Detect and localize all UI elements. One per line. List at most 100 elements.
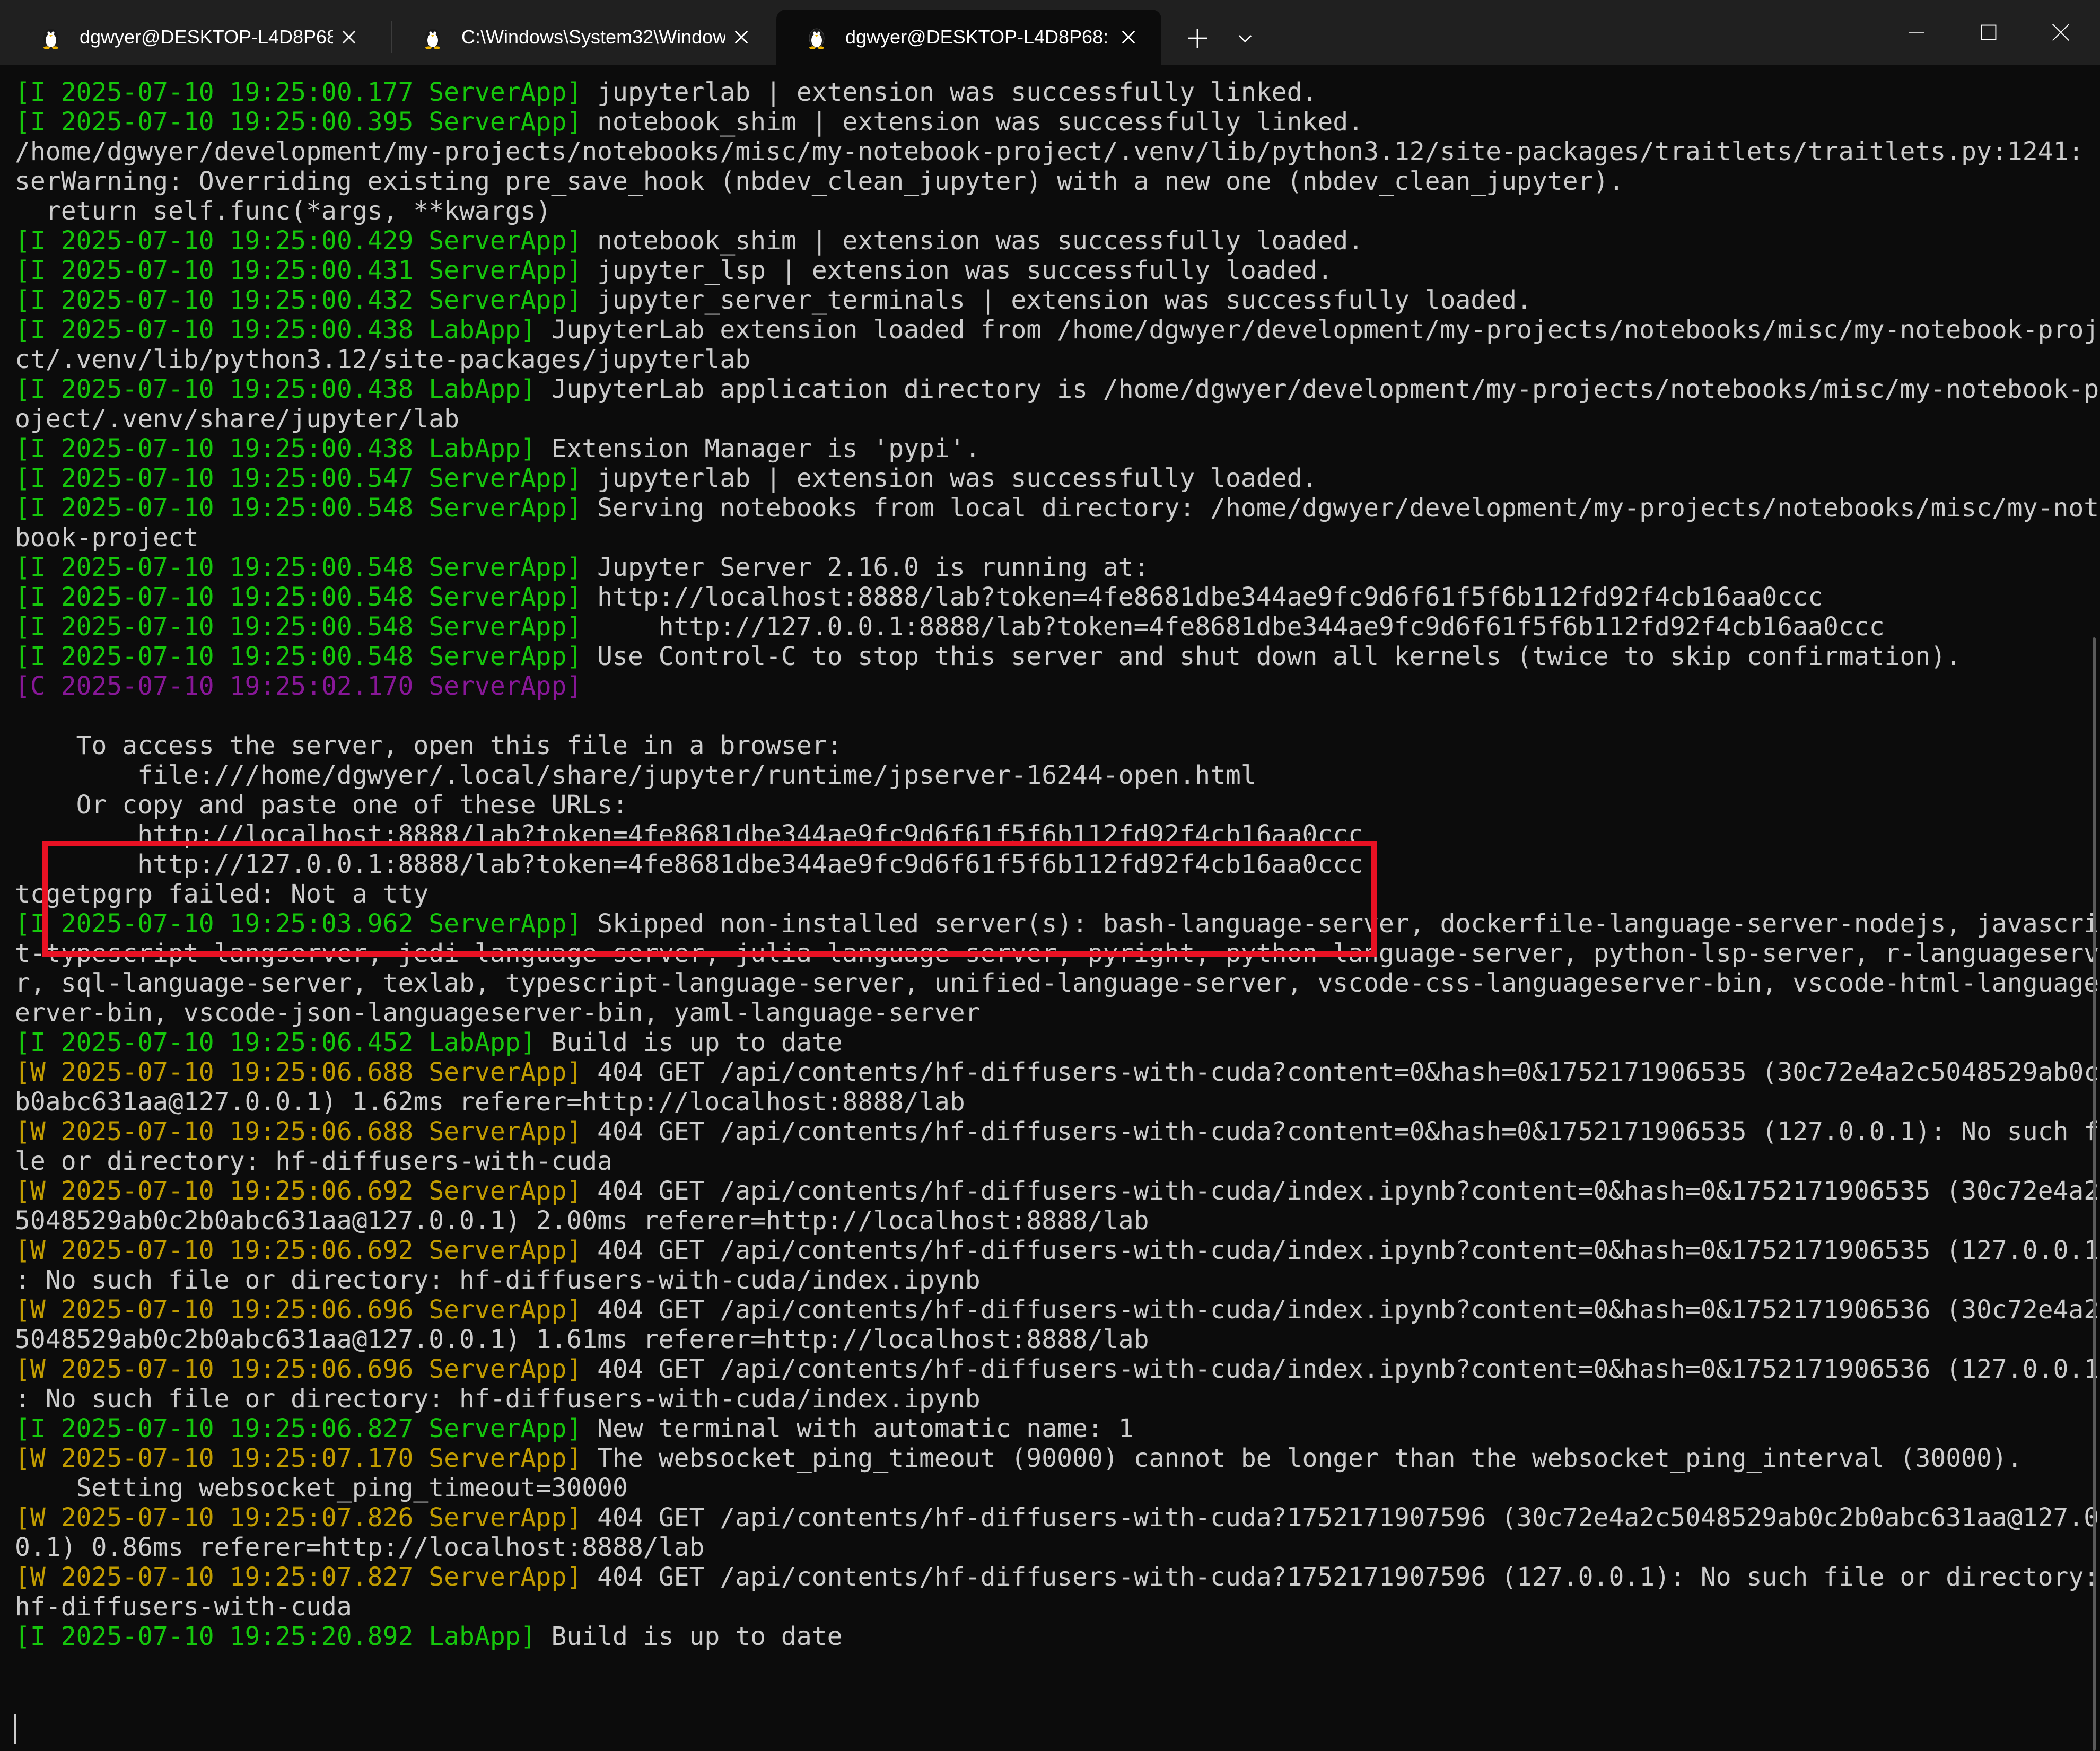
log-message: http://localhost:8888/lab?token=4fe8681d… — [582, 582, 1824, 612]
tab-bar: dgwyer@DESKTOP-L4D8P68: ~ C:\Windows\Sys… — [0, 0, 2100, 65]
terminal-line: b0abc631aa@127.0.0.1) 1.62ms referer=htt… — [15, 1087, 2100, 1117]
terminal-line: [I 2025-07-10 19:25:00.177 ServerApp] ju… — [15, 77, 2100, 107]
log-message: notebook_shim | extension was successful… — [582, 107, 1364, 137]
log-prefix: [W 2025-07-10 19:25:06.688 ServerApp] — [15, 1117, 582, 1146]
log-message: jupyter_lsp | extension was successfully… — [582, 256, 1333, 285]
terminal-line: /home/dgwyer/development/my-projects/not… — [15, 137, 2100, 167]
terminal-line: [I 2025-07-10 19:25:06.452 LabApp] Build… — [15, 1028, 2100, 1057]
log-message: hf-diffusers-with-cuda — [15, 1592, 352, 1622]
log-message: 404 GET /api/contents/hf-diffusers-with-… — [582, 1057, 2100, 1087]
log-prefix: [I 2025-07-10 19:25:00.548 ServerApp] — [15, 582, 582, 612]
tab-close-icon[interactable] — [333, 21, 365, 53]
terminal-line: [I 2025-07-10 19:25:00.432 ServerApp] ju… — [15, 285, 2100, 315]
terminal-output[interactable]: [I 2025-07-10 19:25:00.177 ServerApp] ju… — [0, 65, 2100, 1751]
text-cursor — [14, 1714, 16, 1744]
tab-cmd[interactable]: C:\Windows\System32\Window — [392, 10, 774, 65]
terminal-line: erver-bin, vscode-json-languageserver-bi… — [15, 998, 2100, 1028]
log-message: 404 GET /api/contents/hf-diffusers-with-… — [582, 1176, 2100, 1206]
log-message: b0abc631aa@127.0.0.1) 1.62ms referer=htt… — [15, 1087, 965, 1117]
terminal-line: r, sql-language-server, texlab, typescri… — [15, 968, 2100, 998]
log-prefix: [I 2025-07-10 19:25:00.547 ServerApp] — [15, 463, 582, 493]
log-prefix: [I 2025-07-10 19:25:00.438 LabApp] — [15, 434, 536, 463]
log-message: JupyterLab extension loaded from /home/d… — [536, 315, 2100, 345]
log-message: book-project — [15, 523, 199, 553]
terminal-line: [C 2025-07-10 19:25:02.170 ServerApp] — [15, 671, 2100, 701]
terminal-line: ct/.venv/lib/python3.12/site-packages/ju… — [15, 345, 2100, 374]
terminal-line: 5048529ab0c2b0abc631aa@127.0.0.1) 1.61ms… — [15, 1325, 2100, 1354]
log-prefix: [I 2025-07-10 19:25:00.431 ServerApp] — [15, 256, 582, 285]
log-message: jupyterlab | extension was successfully … — [582, 463, 1318, 493]
terminal-line: [I 2025-07-10 19:25:00.548 ServerApp] ht… — [15, 582, 2100, 612]
maximize-button[interactable] — [1953, 0, 2025, 65]
scrollbar[interactable] — [2093, 637, 2096, 1751]
log-prefix: [I 2025-07-10 19:25:00.429 ServerApp] — [15, 226, 582, 256]
log-message: 404 GET /api/contents/hf-diffusers-with-… — [582, 1562, 2099, 1592]
log-message: /home/dgwyer/development/my-projects/not… — [15, 137, 2100, 167]
terminal-line: hf-diffusers-with-cuda — [15, 1592, 2100, 1622]
log-message: 404 GET /api/contents/hf-diffusers-with-… — [582, 1236, 2100, 1265]
terminal-line: oject/.venv/share/jupyter/lab — [15, 404, 2100, 434]
terminal-line: : No such file or directory: hf-diffuser… — [15, 1265, 2100, 1295]
highlight-box — [42, 841, 1377, 957]
terminal-line: [W 2025-07-10 19:25:06.692 ServerApp] 40… — [15, 1176, 2100, 1206]
terminal-line: book-project — [15, 523, 2100, 553]
tab-ubuntu-1[interactable]: dgwyer@DESKTOP-L4D8P68: ~ — [11, 10, 382, 65]
log-message: : No such file or directory: hf-diffuser… — [15, 1384, 981, 1414]
tab-title: dgwyer@DESKTOP-L4D8P68: ~ — [845, 26, 1113, 48]
terminal-line: [I 2025-07-10 19:25:00.431 ServerApp] ju… — [15, 256, 2100, 285]
minimize-button[interactable] — [1880, 0, 1953, 65]
log-message: erver-bin, vscode-json-languageserver-bi… — [15, 998, 981, 1028]
terminal-line: : No such file or directory: hf-diffuser… — [15, 1384, 2100, 1414]
close-window-button[interactable] — [2025, 0, 2097, 65]
log-message: ct/.venv/lib/python3.12/site-packages/ju… — [15, 345, 751, 374]
log-prefix: [I 2025-07-10 19:25:00.438 LabApp] — [15, 374, 536, 404]
log-message: 404 GET /api/contents/hf-diffusers-with-… — [582, 1295, 2100, 1325]
log-message: 404 GET /api/contents/hf-diffusers-with-… — [582, 1503, 2100, 1533]
log-prefix: [I 2025-07-10 19:25:00.548 ServerApp] — [15, 642, 582, 671]
tab-title: C:\Windows\System32\Window — [461, 26, 725, 48]
log-message: 404 GET /api/contents/hf-diffusers-with-… — [582, 1354, 2100, 1384]
tab-close-icon[interactable] — [1113, 21, 1144, 53]
tab-dropdown-button[interactable] — [1228, 21, 1262, 55]
terminal-line: [W 2025-07-10 19:25:07.827 ServerApp] 40… — [15, 1562, 2100, 1592]
terminal-line: [I 2025-07-10 19:25:20.892 LabApp] Build… — [15, 1622, 2100, 1651]
log-prefix: [I 2025-07-10 19:25:20.892 LabApp] — [15, 1622, 536, 1651]
log-prefix: [W 2025-07-10 19:25:06.692 ServerApp] — [15, 1236, 582, 1265]
terminal-line: To access the server, open this file in … — [15, 731, 2100, 760]
minimize-icon — [1909, 32, 1924, 33]
log-message: Serving notebooks from local directory: … — [582, 493, 2100, 523]
terminal-line: [W 2025-07-10 19:25:06.696 ServerApp] 40… — [15, 1295, 2100, 1325]
linux-penguin-icon — [425, 29, 440, 49]
tab-title: dgwyer@DESKTOP-L4D8P68: ~ — [80, 26, 333, 48]
linux-penguin-icon — [43, 29, 58, 49]
terminal-line: file:///home/dgwyer/.local/share/jupyter… — [15, 760, 2100, 790]
close-icon — [2052, 24, 2069, 41]
log-prefix: [W 2025-07-10 19:25:06.696 ServerApp] — [15, 1295, 582, 1325]
log-prefix: [I 2025-07-10 19:25:00.432 ServerApp] — [15, 285, 582, 315]
terminal-line: [I 2025-07-10 19:25:00.438 LabApp] Exten… — [15, 434, 2100, 463]
log-message: Or copy and paste one of these URLs: — [15, 790, 628, 820]
log-message: 5048529ab0c2b0abc631aa@127.0.0.1) 2.00ms… — [15, 1206, 1149, 1236]
log-prefix: [W 2025-07-10 19:25:07.170 ServerApp] — [15, 1443, 582, 1473]
tab-close-icon[interactable] — [725, 21, 757, 53]
maximize-icon — [1981, 24, 1997, 40]
terminal-line: [I 2025-07-10 19:25:00.548 ServerApp] Se… — [15, 493, 2100, 523]
terminal-line: [W 2025-07-10 19:25:06.692 ServerApp] 40… — [15, 1236, 2100, 1265]
log-prefix: [I 2025-07-10 19:25:06.452 LabApp] — [15, 1028, 536, 1057]
terminal-line: [I 2025-07-10 19:25:00.548 ServerApp] Us… — [15, 642, 2100, 671]
log-message: The websocket_ping_timeout (90000) canno… — [582, 1443, 2023, 1473]
log-prefix: [C 2025-07-10 19:25:02.170 ServerApp] — [15, 671, 582, 701]
terminal-line: [I 2025-07-10 19:25:06.827 ServerApp] Ne… — [15, 1414, 2100, 1443]
terminal-line: [W 2025-07-10 19:25:06.688 ServerApp] 40… — [15, 1057, 2100, 1087]
chevron-down-icon — [1238, 35, 1252, 43]
new-tab-button[interactable] — [1180, 21, 1214, 55]
terminal-line: [W 2025-07-10 19:25:06.688 ServerApp] 40… — [15, 1117, 2100, 1146]
log-prefix: [W 2025-07-10 19:25:06.696 ServerApp] — [15, 1354, 582, 1384]
log-message: jupyterlab | extension was successfully … — [582, 77, 1318, 107]
tab-ubuntu-active[interactable]: dgwyer@DESKTOP-L4D8P68: ~ — [776, 10, 1161, 65]
log-message: Build is up to date — [536, 1622, 843, 1651]
log-prefix: [W 2025-07-10 19:25:07.827 ServerApp] — [15, 1562, 582, 1592]
log-prefix: [W 2025-07-10 19:25:06.692 ServerApp] — [15, 1176, 582, 1206]
log-message: New terminal with automatic name: 1 — [582, 1414, 1134, 1443]
log-prefix: [I 2025-07-10 19:25:00.548 ServerApp] — [15, 612, 582, 642]
